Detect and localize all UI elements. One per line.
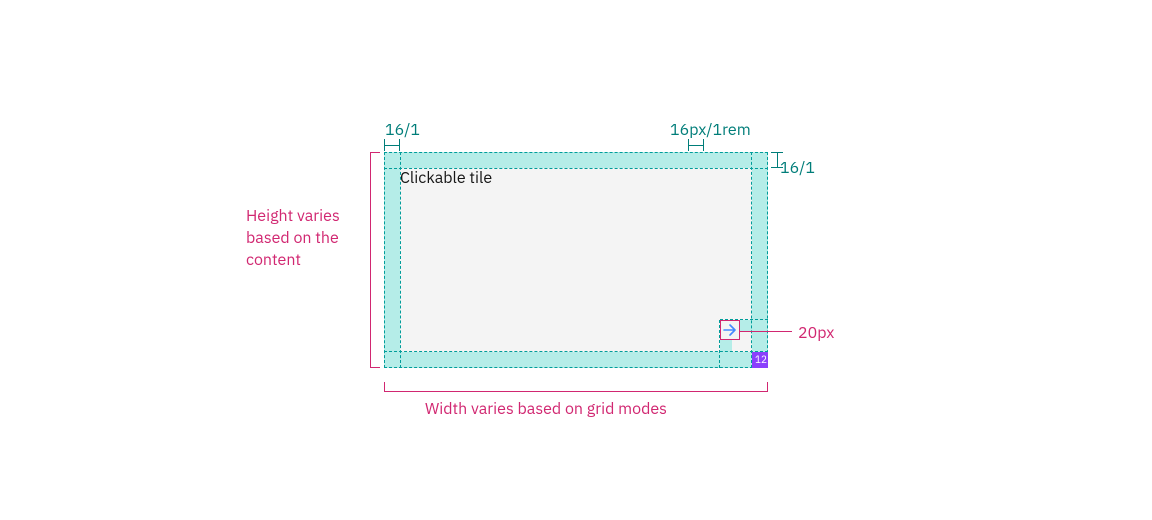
icon-size-leader <box>740 331 792 332</box>
tile-padding-left <box>384 152 400 368</box>
tile-padding-bottom <box>384 352 768 368</box>
height-note: Height varies based on the content <box>246 205 376 271</box>
spec-line <box>384 152 385 368</box>
tile-padding-top <box>384 152 768 168</box>
spec-line <box>384 367 768 368</box>
corner-gap-badge: 12 <box>752 352 768 368</box>
spec-pad-tr-label: 16px/1rem <box>670 120 751 140</box>
width-bracket <box>384 382 768 392</box>
spec-line <box>751 152 752 368</box>
icon-size-label: 20px <box>798 322 834 344</box>
spec-diagram: Clickable tile 12 16/1 16px/1rem 16/1 He… <box>0 0 1152 520</box>
spec-pad-r-label: 16/1 <box>780 158 815 178</box>
spec-vbar-right <box>774 152 784 168</box>
spec-hbar-left <box>384 142 400 152</box>
spec-pad-tl-label: 16/1 <box>385 120 420 140</box>
spec-line <box>384 152 768 153</box>
spec-line <box>384 351 768 352</box>
tile-padding-right <box>752 152 768 368</box>
arrow-right-icon[interactable] <box>722 322 738 338</box>
tile-title: Clickable tile <box>400 168 492 188</box>
tile-action-icon-frame <box>720 320 740 340</box>
spec-line <box>767 152 768 368</box>
spec-hbar-right <box>688 142 704 152</box>
width-note: Width varies based on grid modes <box>425 398 667 420</box>
